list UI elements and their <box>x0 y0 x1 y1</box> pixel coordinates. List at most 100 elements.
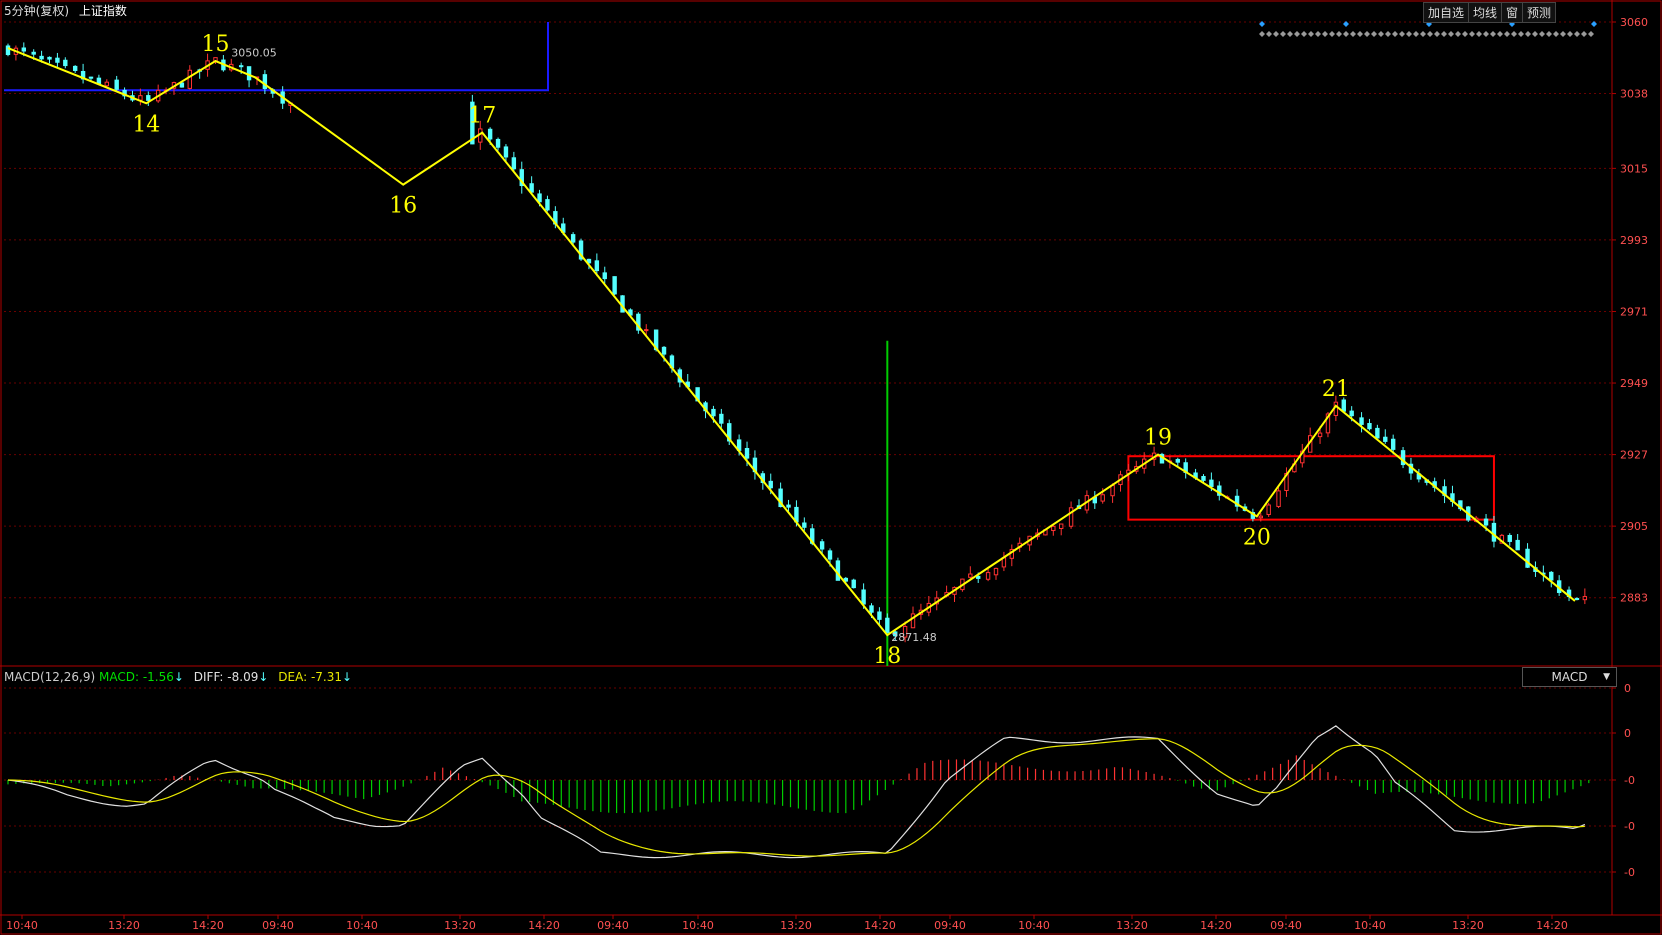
candle-body <box>993 567 999 576</box>
marker-dot <box>1525 31 1531 37</box>
candle-body <box>768 480 773 489</box>
candle-body <box>1375 427 1380 439</box>
marker-dot <box>1448 31 1454 37</box>
candle-body <box>1359 417 1364 425</box>
candle-body <box>1317 432 1323 438</box>
macd-header: MACD(12,26,9) MACD: -1.56↓ DIFF: -8.09↓ … <box>4 670 352 684</box>
ma-line-button[interactable]: 均线 <box>1467 2 1501 23</box>
candle-body <box>55 57 60 63</box>
candle-body <box>976 575 981 579</box>
candle-body <box>644 329 649 332</box>
price-tick-label: 2883 <box>1620 592 1648 605</box>
down-arrow-icon: ↓ <box>173 670 184 684</box>
marker-dot <box>1539 31 1545 37</box>
marker-dot <box>1434 31 1440 37</box>
toolbar: 加自选 均线 窗 预测 <box>1422 2 1556 23</box>
marker-dot <box>1591 21 1597 27</box>
marker-dot <box>1504 31 1510 37</box>
candle-body <box>1175 458 1180 463</box>
candle-body <box>63 59 68 67</box>
candle-body <box>238 65 244 68</box>
candle-body <box>5 45 11 56</box>
time-tick-label: 10:40 <box>6 919 38 932</box>
candle-body <box>39 55 44 60</box>
marker-dot <box>1574 31 1580 37</box>
price-tick-label: 2927 <box>1620 449 1648 462</box>
candle-body <box>21 47 27 52</box>
candle-body <box>495 138 501 148</box>
marker-dot <box>1392 31 1398 37</box>
time-tick-label: 14:20 <box>528 919 560 932</box>
indicator-select[interactable]: MACD ▼ <box>1522 667 1617 687</box>
marker-dot <box>1343 31 1349 37</box>
candle-body <box>1491 522 1497 542</box>
marker-dot <box>1308 31 1314 37</box>
marker-dot <box>1350 31 1356 37</box>
window-button[interactable]: 窗 <box>1500 2 1522 23</box>
marker-dot <box>1259 31 1265 37</box>
candle-body <box>511 157 517 170</box>
candle-body <box>1068 507 1074 527</box>
chevron-down-icon: ▼ <box>1603 672 1610 682</box>
candle-body <box>1367 423 1372 430</box>
price-tick-label: 3060 <box>1620 16 1648 29</box>
wave-label: 17 <box>468 104 496 129</box>
price-tick-label: 2971 <box>1620 305 1648 318</box>
candle-body <box>861 589 866 605</box>
candle-body <box>1574 598 1580 601</box>
time-tick-label: 10:40 <box>1354 919 1386 932</box>
candle-body <box>1110 484 1115 497</box>
marker-dot <box>1469 31 1475 37</box>
marker-dot <box>1497 31 1503 37</box>
marker-dot <box>1329 31 1335 37</box>
marker-dot <box>1266 31 1272 37</box>
wave-label: 16 <box>389 194 417 219</box>
forecast-button[interactable]: 预测 <box>1521 2 1556 23</box>
wave-label: 14 <box>132 112 160 137</box>
candle-body <box>869 605 874 613</box>
time-tick-label: 13:20 <box>1116 919 1148 932</box>
candle-body <box>114 79 119 90</box>
candle-body <box>744 448 750 459</box>
candle-body <box>594 260 600 272</box>
time-tick-label: 14:20 <box>1200 919 1232 932</box>
wave-label: 15 <box>201 32 229 57</box>
candle-body <box>88 76 94 79</box>
dea-line <box>7 738 1585 857</box>
marker-dot <box>1588 31 1594 37</box>
candle-body <box>72 65 78 71</box>
annotation-boxes <box>4 22 1495 666</box>
add-watchlist-button[interactable]: 加自选 <box>1422 2 1468 23</box>
time-tick-label: 13:20 <box>1452 919 1484 932</box>
candle-body <box>246 66 252 81</box>
macd-tick-label: -0 <box>1624 866 1635 879</box>
candle-body <box>1258 515 1263 519</box>
price-tick-label: 2949 <box>1620 377 1648 390</box>
marker-dot <box>1378 31 1384 37</box>
candle-body <box>1051 525 1056 532</box>
macd-value: -1.56 <box>142 670 174 684</box>
price-tick-label: 2905 <box>1620 520 1648 533</box>
candle-body <box>1390 438 1396 450</box>
candle-body <box>47 56 52 60</box>
candle-body <box>835 560 841 581</box>
candle-body <box>851 579 856 589</box>
candle-body <box>1209 479 1214 487</box>
wave-lines <box>7 47 1576 637</box>
time-tick-label: 14:20 <box>864 919 896 932</box>
wave-label: 21 <box>1322 377 1350 402</box>
period-label[interactable]: 5分钟(复权) <box>4 4 69 18</box>
macd-label: MACD: <box>98 670 139 684</box>
candle-body <box>786 504 791 508</box>
time-tick-label: 13:20 <box>444 919 476 932</box>
chart-header: 5分钟(复权) 上证指数 <box>4 2 133 19</box>
low-price-label: 2871.48 <box>891 631 937 644</box>
marker-dot <box>1322 31 1328 37</box>
candle-body <box>1507 534 1512 542</box>
candle-body <box>602 272 607 280</box>
macd-tick-label: -0 <box>1624 774 1635 787</box>
price-tick-label: 2993 <box>1620 234 1648 247</box>
marker-dot <box>1287 31 1293 37</box>
candle-body <box>968 573 973 578</box>
candle-body <box>719 413 724 424</box>
